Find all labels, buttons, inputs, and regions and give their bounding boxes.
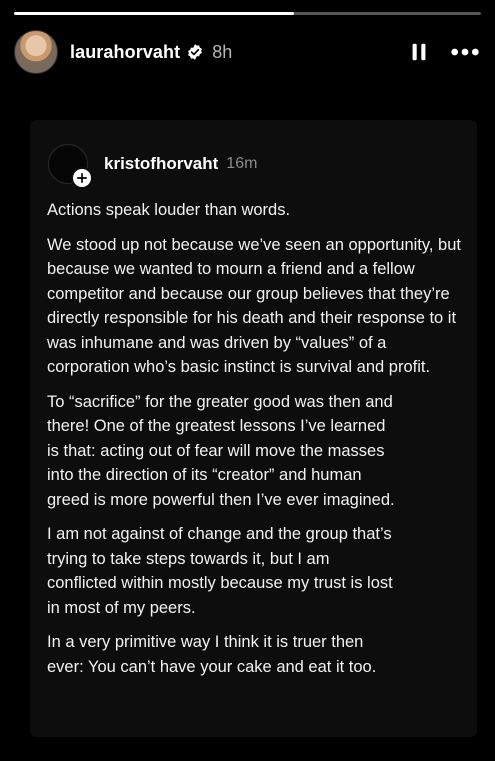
story-avatar[interactable]	[14, 30, 58, 74]
post-body: Actions speak louder than words. We stoo…	[47, 198, 467, 689]
post-header: kristofhorvaht 16m	[48, 144, 258, 189]
post-paragraph: To “sacrifice” for the greater good was …	[47, 392, 395, 509]
post-avatar[interactable]	[48, 144, 93, 189]
post-timestamp: 16m	[226, 155, 258, 172]
shared-post-card[interactable]: kristofhorvaht 16m Actions speak louder …	[30, 120, 477, 737]
verified-badge-icon	[186, 43, 204, 61]
plus-icon[interactable]	[71, 167, 93, 189]
pause-icon[interactable]	[405, 38, 433, 66]
story-progress-fill	[14, 12, 295, 15]
post-paragraph: In a very primitive way I think it is tr…	[47, 633, 377, 676]
story-username[interactable]: laurahorvaht	[70, 42, 180, 63]
post-username[interactable]: kristofhorvaht	[104, 154, 218, 174]
post-paragraph: I am not against of change and the group…	[47, 525, 393, 617]
post-paragraph: Actions speak louder than words.	[47, 201, 291, 219]
story-header: laurahorvaht 8h	[14, 30, 481, 74]
story-timestamp: 8h	[212, 41, 233, 62]
more-options-icon[interactable]	[449, 38, 481, 66]
post-paragraph: We stood up not because we’ve seen an op…	[47, 235, 461, 377]
story-progress-bar	[14, 12, 481, 15]
